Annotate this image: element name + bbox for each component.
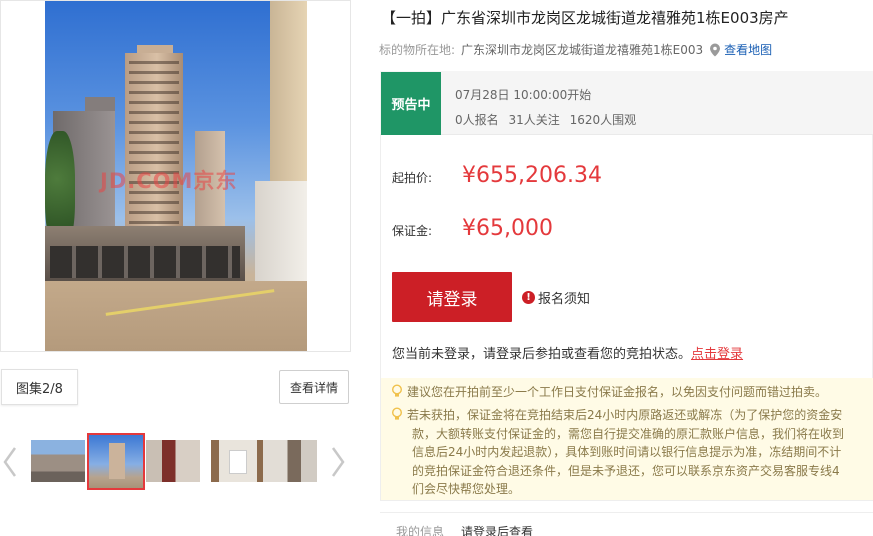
click-login-link[interactable]: 点击登录 <box>691 347 743 362</box>
map-pin-icon[interactable] <box>709 43 721 57</box>
location-label: 标的物所在地: <box>379 43 456 57</box>
follower-count: 31人关注 <box>508 113 560 127</box>
page-title: 【一拍】广东省深圳市龙岗区龙城街道龙禧雅苑1栋E003房产 <box>381 9 789 27</box>
my-info-panel <box>380 512 873 536</box>
viewer-count: 1620人围观 <box>569 113 637 127</box>
alert-icon: ! <box>522 291 535 304</box>
location-value: 广东深圳市龙岗区龙城街道龙禧雅苑1栋E003 <box>461 43 704 57</box>
gallery-thumbnail-active[interactable] <box>87 433 145 490</box>
lightbulb-icon <box>390 384 404 398</box>
signup-count: 0人报名 <box>455 113 499 127</box>
tip-text: 信息后24小时内发起退款），具体到账时间请以银行信息提示为准，冻结期间不计 <box>412 445 842 459</box>
my-info-label: 我的信息 <box>396 525 445 536</box>
tip-item: 若未获拍，保证金将在竞拍结束后24小时内原路返还或解冻（为了保护您的资金安 <box>390 406 842 424</box>
tip-text: 们会尽快帮您处理。 <box>412 482 521 496</box>
status-badge: 预告中 <box>381 72 441 135</box>
location-row: 标的物所在地: 广东深圳市龙岗区龙城街道龙禧雅苑1栋E003 查看地图 <box>379 41 772 58</box>
tip-text: 的竞拍保证金符合退还条件，但是未予退还，您可以联系京东资产交易客服专线4 <box>412 464 840 478</box>
main-photo-frame[interactable]: JD.COM京东 <box>0 0 351 352</box>
view-map-link[interactable]: 查看地图 <box>724 41 772 58</box>
building-photo[interactable]: JD.COM京东 <box>45 1 307 351</box>
gallery-thumbnail[interactable] <box>263 440 317 482</box>
start-time: 07月28日 10:00:00开始 <box>455 88 592 102</box>
deposit-value: ¥65,000 <box>462 216 553 241</box>
tip-text: 建议您在开拍前至少一个工作日支付保证金报名，以免因支付问题而错过拍卖。 <box>407 385 828 399</box>
lightbulb-icon <box>390 407 404 421</box>
tips-box: 建议您在开拍前至少一个工作日支付保证金报名，以免因支付问题而错过拍卖。 若未获拍… <box>381 378 873 500</box>
signup-notice-label: 报名须知 <box>538 292 591 307</box>
gallery-thumbnail[interactable] <box>31 440 85 482</box>
auction-stats: 0人报名 31人关注 1620人围观 <box>455 111 642 128</box>
start-price-value: ¥655,206.34 <box>462 163 602 188</box>
signup-notice-link[interactable]: ! 报名须知 <box>522 288 590 307</box>
gallery-count: 图集2/8 <box>1 369 78 405</box>
chevron-right-icon[interactable] <box>328 444 348 480</box>
tip-text: 款，大额转账支付保证金的，需您自行提交准确的原汇款账户信息，我们将在收到 <box>412 427 845 441</box>
tip-item: 建议您在开拍前至少一个工作日支付保证金报名，以免因支付问题而错过拍卖。 <box>390 383 827 401</box>
jd-watermark: JD.COM京东 <box>100 169 238 193</box>
view-details-button[interactable]: 查看详情 <box>279 370 349 404</box>
deposit-label: 保证金: <box>392 224 433 238</box>
login-button[interactable]: 请登录 <box>392 272 512 322</box>
start-price-label: 起拍价: <box>392 171 433 185</box>
tip-text: 若未获拍，保证金将在竞拍结束后24小时内原路返还或解冻（为了保护您的资金安 <box>407 408 843 422</box>
thumb-notice-paper <box>229 450 247 474</box>
login-hint-text: 您当前未登录，请登录后参拍或查看您的竞拍状态。 <box>392 347 692 362</box>
photo-building <box>270 1 307 181</box>
gallery-thumbnail[interactable] <box>146 440 200 482</box>
login-hint: 您当前未登录，请登录后参拍或查看您的竞拍状态。点击登录 <box>392 343 743 362</box>
my-info-value: 请登录后查看 <box>461 525 534 536</box>
thumb-building <box>109 443 125 479</box>
photo-shopfronts <box>50 246 240 278</box>
chevron-left-icon[interactable] <box>0 444 20 480</box>
gallery-thumbnail[interactable] <box>211 440 265 482</box>
